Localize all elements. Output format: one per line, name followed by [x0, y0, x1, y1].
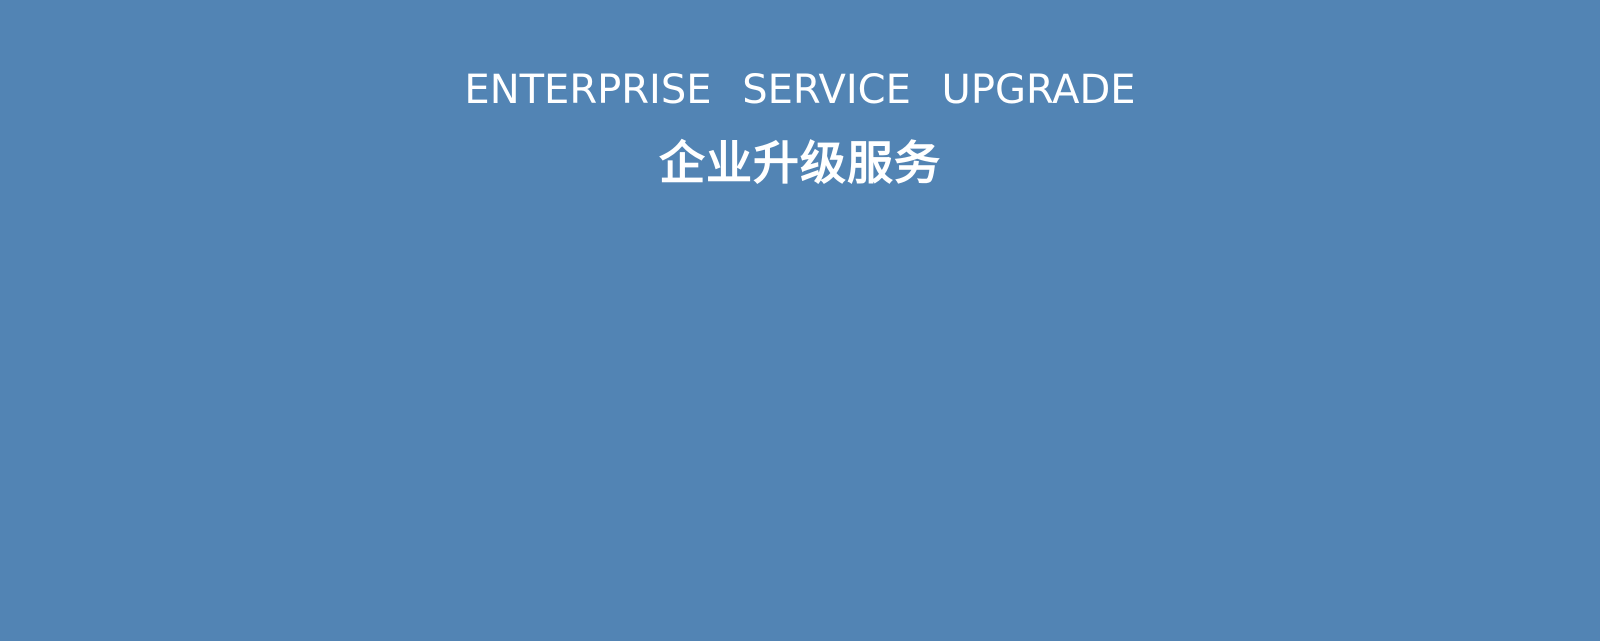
- banner-title-chinese: 企业升级服务: [659, 136, 941, 190]
- banner-title-english: ENTERPRISE SERVICE UPGRADE: [464, 67, 1136, 113]
- hero-banner: ENTERPRISE SERVICE UPGRADE 企业升级服务: [0, 0, 1600, 641]
